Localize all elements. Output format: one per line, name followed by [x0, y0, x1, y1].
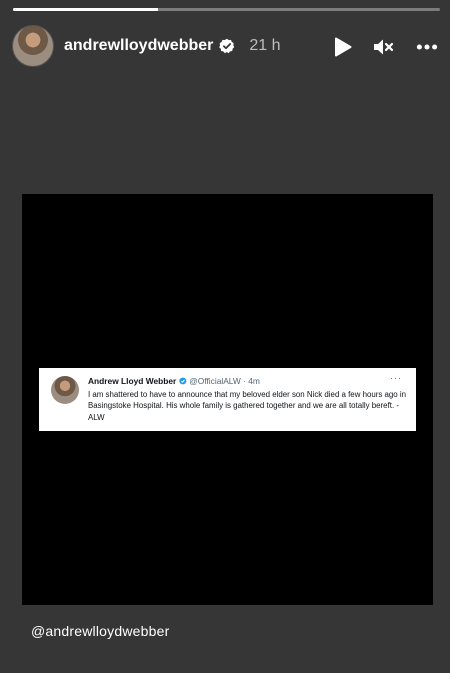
story-progress-bar [13, 8, 440, 11]
tweet-handle: @OfficialALW [189, 376, 241, 386]
profile-username[interactable]: andrewlloydwebber [64, 37, 213, 55]
verified-badge-icon [219, 38, 235, 54]
story-progress-fill [13, 8, 159, 11]
tweet-separator: · [243, 376, 246, 386]
tweet-screenshot: Andrew Lloyd Webber @OfficialALW · 4m ···… [39, 368, 416, 431]
tweet-more-icon: ··· [390, 373, 402, 383]
story-timestamp: 21 h [249, 37, 281, 54]
play-icon[interactable] [332, 36, 354, 58]
speaker-muted-icon[interactable] [372, 36, 394, 58]
more-options-icon[interactable] [416, 36, 438, 58]
story-controls [332, 36, 438, 58]
tweet-header: Andrew Lloyd Webber @OfficialALW · 4m [88, 376, 260, 386]
tweet-text: I am shattered to have to announce that … [88, 390, 407, 422]
tweet-author-name: Andrew Lloyd Webber [88, 376, 177, 386]
story-media[interactable]: Andrew Lloyd Webber @OfficialALW · 4m ···… [22, 194, 433, 605]
profile-avatar[interactable] [12, 25, 54, 67]
tweet-verified-icon [179, 377, 187, 385]
tweet-time: 4m [248, 376, 260, 386]
story-caption-mention[interactable]: @andrewlloydwebber [31, 623, 169, 639]
tweet-avatar [51, 376, 79, 404]
